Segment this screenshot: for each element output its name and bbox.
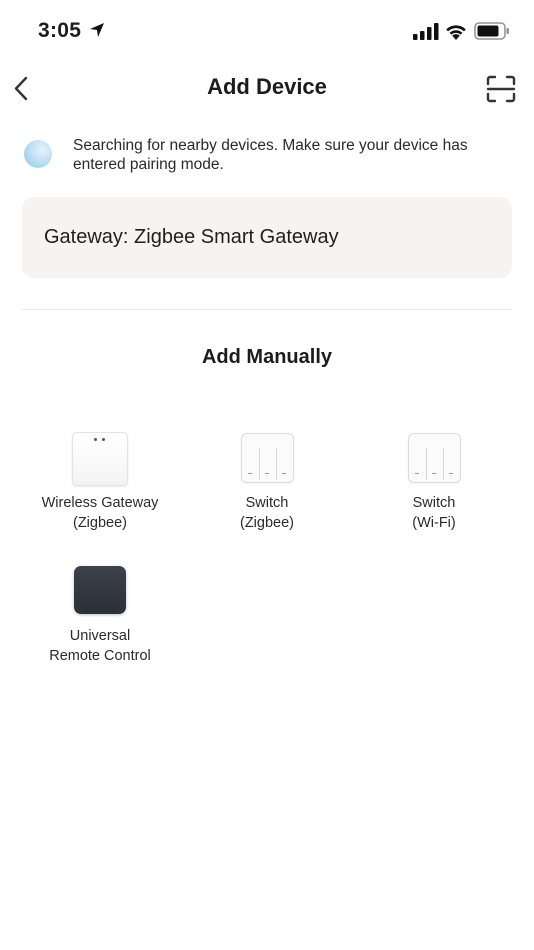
device-label-line1: Switch — [245, 495, 289, 511]
searching-indicator-icon — [24, 140, 52, 168]
status-bar: 3:05 — [0, 0, 534, 62]
gateway-card[interactable]: Gateway: Zigbee Smart Gateway — [22, 197, 512, 278]
cellular-signal-icon — [413, 23, 439, 40]
gateway-icon — [72, 432, 128, 486]
device-label-line2: (Zigbee) — [240, 515, 294, 531]
page-title: Add Device — [207, 74, 327, 99]
switch-icon — [408, 433, 461, 483]
scan-icon — [486, 75, 516, 103]
device-label-line2: (Zigbee) — [73, 515, 127, 531]
scan-button[interactable] — [484, 73, 518, 105]
searching-message: Searching for nearby devices. Make sure … — [73, 137, 468, 173]
status-time: 3:05 — [38, 19, 82, 42]
switch-icon — [241, 433, 294, 483]
battery-icon — [474, 22, 509, 40]
device-label-line2: Remote Control — [49, 648, 151, 664]
device-label-line1: Switch — [412, 495, 456, 511]
add-manually-title: Add Manually — [201, 346, 332, 368]
device-label-line2: (Wi-Fi) — [412, 515, 456, 531]
device-switch-wifi[interactable]: Switch (Wi-Fi) — [349, 430, 519, 535]
location-arrow-icon — [90, 23, 104, 37]
wifi-icon — [446, 25, 466, 40]
device-universal-remote-control[interactable]: Universal Remote Control — [15, 564, 185, 669]
device-label-line1: Wireless Gateway — [41, 495, 159, 511]
device-switch-zigbee[interactable]: Switch (Zigbee) — [182, 430, 352, 535]
gateway-label: Gateway: Zigbee Smart Gateway — [44, 226, 339, 248]
remote-icon — [74, 566, 126, 614]
device-wireless-gateway-zigbee[interactable]: Wireless Gateway (Zigbee) — [15, 430, 185, 535]
device-label-line1: Universal — [69, 628, 131, 644]
divider — [22, 309, 512, 310]
